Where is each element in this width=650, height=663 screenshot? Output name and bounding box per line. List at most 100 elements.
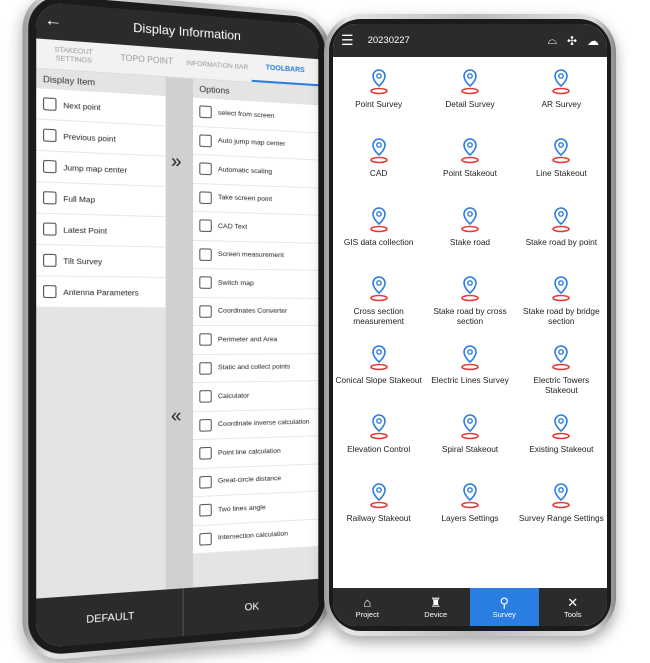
function-label: Point Survey bbox=[355, 99, 403, 109]
function-cross-section-measurement[interactable]: Cross section measurement bbox=[333, 268, 424, 337]
option-screen-measurement[interactable]: Screen measurement bbox=[193, 240, 319, 271]
function-ar-survey[interactable]: AR Survey bbox=[516, 61, 607, 130]
option-take-screen-point[interactable]: Take screen point bbox=[193, 183, 319, 216]
function-spiral-stakeout[interactable]: Spiral Stakeout bbox=[424, 406, 515, 475]
option-cad-text[interactable]: CAD Text bbox=[193, 211, 319, 244]
function-line-stakeout[interactable]: Line Stakeout bbox=[516, 130, 607, 199]
option-label: Take screen point bbox=[217, 194, 273, 204]
perimeter-and-area-icon bbox=[199, 333, 212, 346]
option-label: Calculator bbox=[217, 391, 250, 400]
project-name: 20230227 bbox=[367, 35, 410, 46]
option-label: Perimeter and Area bbox=[217, 335, 278, 344]
option-label: Two lines angle bbox=[217, 503, 266, 514]
survey-range-settings-icon bbox=[552, 483, 571, 509]
coordinate-inverse-calculation-icon bbox=[199, 418, 212, 432]
item-label: Antenna Parameters bbox=[63, 286, 139, 298]
function-point-stakeout[interactable]: Point Stakeout bbox=[424, 130, 515, 199]
function-label: Stake road by cross section bbox=[433, 306, 507, 326]
stake-road-by-bridge-section-icon bbox=[552, 276, 571, 302]
display-item-antenna-parameters[interactable]: Antenna Parameters bbox=[36, 276, 166, 309]
point-survey-icon bbox=[369, 69, 388, 95]
back-arrow-icon[interactable]: ← bbox=[36, 10, 70, 32]
function-label: AR Survey bbox=[541, 99, 582, 109]
option-label: select from screen bbox=[217, 109, 275, 120]
remove-arrow-button[interactable]: « bbox=[171, 405, 182, 427]
option-perimeter-and-area[interactable]: Perimeter and Area bbox=[193, 326, 319, 355]
select-from-screen-icon bbox=[199, 105, 212, 119]
satellite-icon[interactable]: ✣ bbox=[567, 34, 577, 48]
function-label: Railway Stakeout bbox=[346, 513, 411, 523]
function-label: CAD bbox=[369, 168, 388, 178]
function-point-survey[interactable]: Point Survey bbox=[333, 61, 424, 130]
tab-stakeout-settings[interactable]: STAKEOUT SETTINGS bbox=[36, 38, 111, 72]
receiver-icon[interactable]: ⌓ bbox=[547, 33, 557, 48]
previous-point-icon bbox=[43, 128, 57, 143]
function-label: Stake road by point bbox=[525, 237, 598, 247]
cross-section-measurement-icon bbox=[369, 276, 388, 302]
function-electric-towers-stakeout[interactable]: Electric Towers Stakeout bbox=[516, 337, 607, 406]
option-intersection-calculation[interactable]: Intersection calculation bbox=[193, 519, 319, 555]
conical-slope-stakeout-icon bbox=[369, 345, 388, 371]
static-and-collect-points-icon bbox=[199, 361, 212, 375]
function-conical-slope-stakeout[interactable]: Conical Slope Stakeout bbox=[333, 337, 424, 406]
detail-survey-icon bbox=[461, 69, 479, 95]
function-layers-settings[interactable]: Layers Settings bbox=[424, 475, 515, 544]
function-label: Detail Survey bbox=[445, 99, 495, 109]
function-existing-stakeout[interactable]: Existing Stakeout bbox=[516, 406, 607, 475]
function-label: Cross section measurement bbox=[353, 306, 405, 326]
display-item-full-map[interactable]: Full Map bbox=[36, 182, 166, 218]
nav-survey[interactable]: ⚲ Survey bbox=[470, 588, 539, 626]
electric-towers-stakeout-icon bbox=[552, 345, 571, 371]
transfer-controls: » « bbox=[165, 77, 194, 590]
function-cad[interactable]: CAD bbox=[333, 130, 424, 199]
nav-device[interactable]: ♜ Device bbox=[402, 588, 471, 626]
option-static-and-collect-points[interactable]: Static and collect points bbox=[193, 353, 319, 384]
function-stake-road-by-point[interactable]: Stake road by point bbox=[516, 199, 607, 268]
spiral-stakeout-icon bbox=[461, 414, 479, 440]
add-arrow-button[interactable]: » bbox=[171, 151, 182, 173]
nav-label: Device bbox=[424, 609, 448, 619]
option-coordinate-inverse-calculation[interactable]: Coordinate inverse calculation bbox=[193, 408, 319, 441]
function-label: GIS data collection bbox=[343, 237, 414, 247]
home-icon: ⌂ bbox=[363, 594, 372, 610]
function-detail-survey[interactable]: Detail Survey bbox=[424, 61, 515, 130]
cloud-icon[interactable]: ☁ bbox=[587, 34, 599, 48]
item-label: Latest Point bbox=[63, 224, 108, 236]
function-stake-road[interactable]: Stake road bbox=[424, 199, 515, 268]
function-label: Stake road by bridge section bbox=[523, 306, 600, 326]
display-item-list: Display Item Next point Previous point Jum… bbox=[36, 68, 166, 599]
function-label: Line Stakeout bbox=[535, 168, 587, 178]
function-label: Layers Settings bbox=[441, 513, 499, 523]
function-label: Electric Towers Stakeout bbox=[533, 375, 590, 395]
tools-icon: ✕ bbox=[567, 594, 579, 610]
function-gis-data-collection[interactable]: GIS data collection bbox=[333, 199, 424, 268]
function-railway-stakeout[interactable]: Railway Stakeout bbox=[333, 475, 424, 544]
function-survey-range-settings[interactable]: Survey Range Settings bbox=[516, 475, 607, 544]
nav-label: Tools bbox=[563, 609, 582, 619]
option-switch-map[interactable]: Switch map bbox=[193, 268, 319, 299]
option-coordinates-converter[interactable]: Coordinates Converter bbox=[193, 297, 319, 327]
menu-icon[interactable]: ☰ bbox=[341, 32, 354, 49]
point-stakeout-icon bbox=[461, 138, 479, 164]
option-calculator[interactable]: Calculator bbox=[193, 381, 319, 412]
elevation-control-icon bbox=[369, 414, 388, 440]
function-stake-road-by-cross-section[interactable]: Stake road by cross section bbox=[424, 268, 515, 337]
nav-tools[interactable]: ✕ Tools bbox=[539, 588, 608, 626]
nav-project[interactable]: ⌂ Project bbox=[333, 588, 402, 626]
tab-topo-point[interactable]: TOPO POINT bbox=[111, 44, 183, 77]
tab-toolbars[interactable]: TOOLBARS bbox=[251, 54, 319, 87]
gis-data-collection-icon bbox=[369, 207, 388, 233]
tab-information-bar[interactable]: INFORMATION BAR bbox=[183, 49, 252, 82]
railway-stakeout-icon bbox=[369, 483, 388, 509]
display-item-jump-map-center[interactable]: Jump map center bbox=[36, 150, 166, 187]
function-electric-lines-survey[interactable]: Electric Lines Survey bbox=[424, 337, 515, 406]
display-item-latest-point[interactable]: Latest Point bbox=[36, 213, 166, 248]
item-label: Jump map center bbox=[63, 162, 128, 175]
jump-map-center-icon bbox=[43, 159, 57, 174]
function-elevation-control[interactable]: Elevation Control bbox=[333, 406, 424, 475]
display-item-tilt-survey[interactable]: Tilt Survey bbox=[36, 244, 166, 278]
function-label: Point Stakeout bbox=[443, 168, 497, 178]
option-label: Coordinate inverse calculation bbox=[217, 418, 310, 429]
function-stake-road-by-bridge-section[interactable]: Stake road by bridge section bbox=[516, 268, 607, 337]
option-label: Automatic scaling bbox=[217, 165, 273, 176]
